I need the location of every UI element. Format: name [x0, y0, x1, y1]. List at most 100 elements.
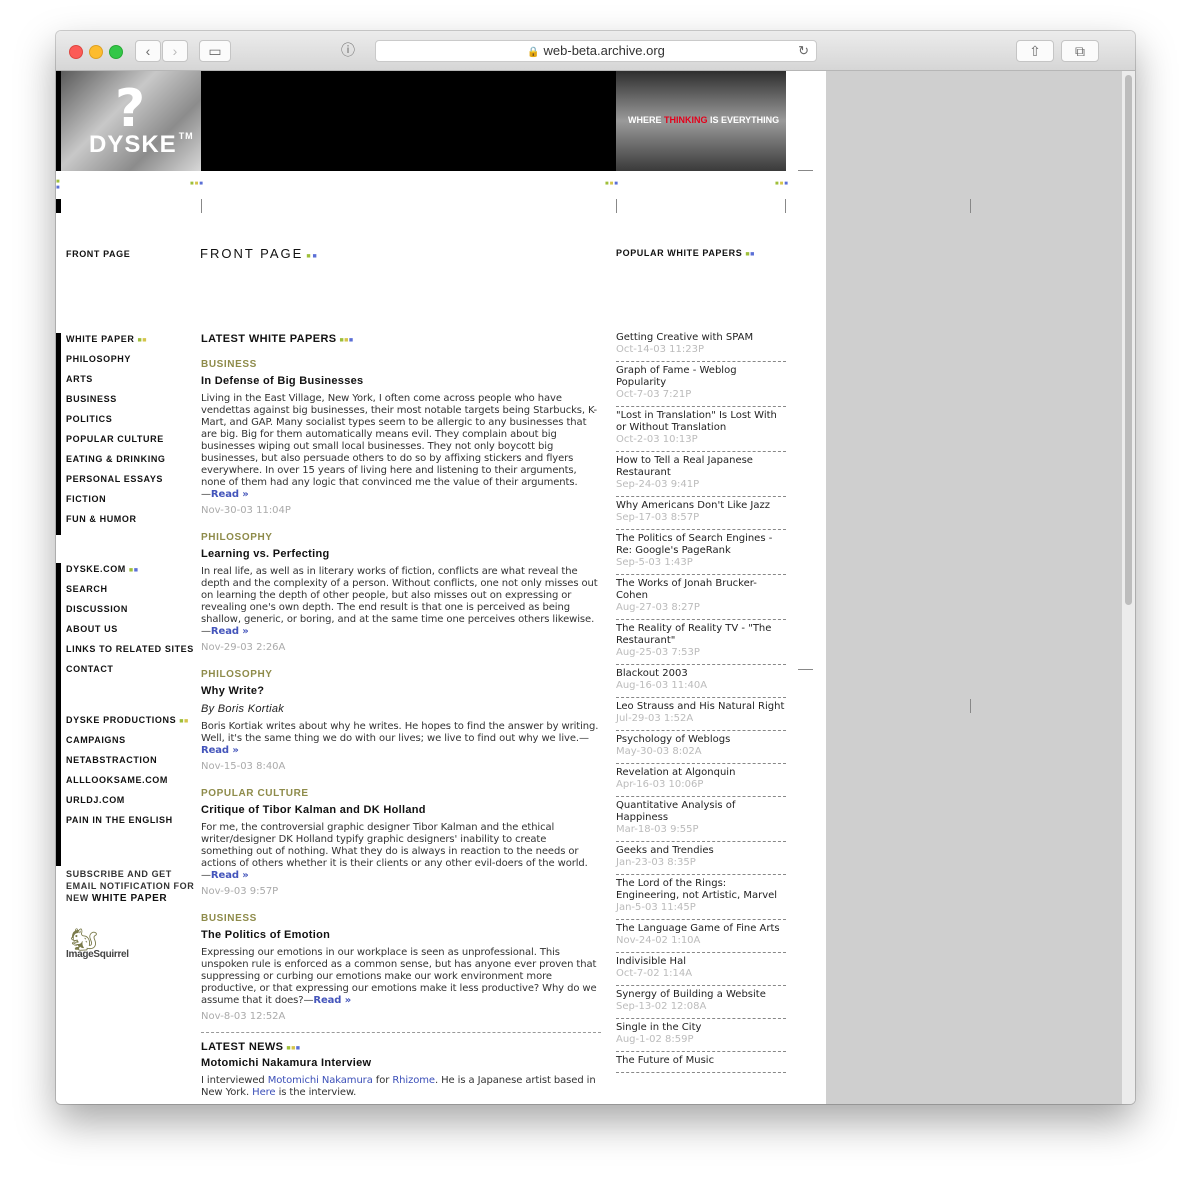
- forward-button[interactable]: ›: [162, 40, 188, 62]
- popular-item-title[interactable]: Leo Strauss and His Natural Right: [616, 701, 786, 713]
- popular-item-title[interactable]: Blackout 2003: [616, 668, 786, 680]
- subscribe-text: SUBSCRIBE AND GET: [66, 869, 172, 879]
- interview-link[interactable]: Here: [252, 1087, 275, 1098]
- popular-item-title[interactable]: The Language Game of Fine Arts: [616, 923, 786, 935]
- nav-heading-dyske[interactable]: DYSKE.COM ■■: [66, 563, 194, 583]
- nav-item-fun-humor[interactable]: FUN & HUMOR: [66, 513, 166, 533]
- tabs-button[interactable]: ⧉: [1061, 40, 1099, 62]
- popular-item-title[interactable]: Revelation at Algonquin: [616, 767, 786, 779]
- read-more-link[interactable]: Read »: [211, 489, 249, 500]
- decor-squares-icon: ■■: [137, 337, 148, 344]
- article-category[interactable]: BUSINESS: [201, 913, 601, 924]
- popular-item-title[interactable]: Graph of Fame - Weblog Popularity: [616, 365, 786, 389]
- read-more-link[interactable]: Read »: [201, 745, 239, 756]
- close-window-button[interactable]: [69, 45, 83, 59]
- dyske-logo[interactable]: ? DYSKE TM: [61, 71, 201, 171]
- article-excerpt: Boris Kortiak writes about why he writes…: [201, 721, 599, 756]
- scroll-thumb[interactable]: [1125, 75, 1132, 605]
- popular-item-title[interactable]: Getting Creative with SPAM: [616, 332, 786, 344]
- divider: [785, 199, 786, 213]
- nav-group-productions: DYSKE PRODUCTIONS ■■ CAMPAIGNS NETABSTRAC…: [66, 714, 189, 834]
- article-category[interactable]: BUSINESS: [201, 359, 601, 370]
- popular-item-title[interactable]: Geeks and Trendies: [616, 845, 786, 857]
- article-title[interactable]: Critique of Tibor Kalman and DK Holland: [201, 804, 601, 816]
- nav-group-accent: [56, 563, 61, 715]
- zoom-window-button[interactable]: [109, 45, 123, 59]
- subscribe-link[interactable]: SUBSCRIBE AND GET EMAIL NOTIFICATION FOR…: [66, 868, 194, 905]
- read-more-link[interactable]: Read »: [211, 626, 249, 637]
- nav-group-white-paper: WHITE PAPER ■■ PHILOSOPHY ARTS BUSINESS P…: [66, 333, 166, 533]
- popular-item-date: Sep-24-03 9:41P: [616, 479, 700, 490]
- nav-item-contact[interactable]: CONTACT: [66, 663, 194, 683]
- nav-item-eating-drinking[interactable]: EATING & DRINKING: [66, 453, 166, 473]
- nav-item-fiction[interactable]: FICTION: [66, 493, 166, 513]
- nav-front-page[interactable]: FRONT PAGE: [66, 249, 130, 259]
- nav-item-arts[interactable]: ARTS: [66, 373, 166, 393]
- popular-item-title[interactable]: The Future of Music: [616, 1055, 786, 1067]
- popular-item-title[interactable]: How to Tell a Real Japanese Restaurant: [616, 455, 786, 479]
- address-bar[interactable]: 🔒 web-beta.archive.org ↻: [375, 40, 817, 62]
- article-title[interactable]: In Defense of Big Businesses: [201, 375, 601, 387]
- news-title[interactable]: Motomichi Nakamura Interview: [201, 1057, 601, 1069]
- article-category[interactable]: PHILOSOPHY: [201, 532, 601, 543]
- nav-item-netabstraction[interactable]: NETABSTRACTION: [66, 754, 189, 774]
- popular-item-date: Mar-18-03 9:55P: [616, 824, 699, 835]
- nav-item-campaigns[interactable]: CAMPAIGNS: [66, 734, 189, 754]
- nav-item-alllooksame[interactable]: ALLLOOKSAME.COM: [66, 774, 189, 794]
- rhizome-link[interactable]: Rhizome: [392, 1075, 435, 1086]
- popular-item-title[interactable]: Synergy of Building a Website: [616, 989, 786, 1001]
- read-more-link[interactable]: Read »: [211, 870, 249, 881]
- popular-item: Indivisible Hal Oct-7-02 1:14A: [616, 953, 786, 986]
- nav-item-about-us[interactable]: ABOUT US: [66, 623, 194, 643]
- popular-item-title[interactable]: Single in the City: [616, 1022, 786, 1034]
- nav-item-business[interactable]: BUSINESS: [66, 393, 166, 413]
- popular-item-title[interactable]: "Lost in Translation" Is Lost With or Wi…: [616, 410, 786, 434]
- reload-icon[interactable]: ↻: [798, 41, 809, 61]
- popular-item-date: Oct-7-02 1:14A: [616, 968, 693, 979]
- popular-item-date: May-30-03 8:02A: [616, 746, 702, 757]
- article-title[interactable]: Why Write?: [201, 685, 601, 697]
- nav-item-links[interactable]: LINKS TO RELATED SITES: [66, 643, 194, 663]
- popular-item-title[interactable]: Quantitative Analysis of Happiness: [616, 800, 786, 824]
- nav-item-personal-essays[interactable]: PERSONAL ESSAYS: [66, 473, 166, 493]
- subscribe-text: EMAIL NOTIFICATION FOR: [66, 881, 195, 891]
- nav-item-popular-culture[interactable]: POPULAR CULTURE: [66, 433, 166, 453]
- scrollbar[interactable]: [1122, 71, 1135, 1104]
- nav-item-discussion[interactable]: DISCUSSION: [66, 603, 194, 623]
- popular-item-title[interactable]: The Reality of Reality TV - "The Restaur…: [616, 623, 786, 647]
- nav-heading-white-paper[interactable]: WHITE PAPER ■■: [66, 333, 166, 353]
- popular-item-title[interactable]: The Politics of Search Engines - Re: Goo…: [616, 533, 786, 557]
- popular-item-title[interactable]: The Works of Jonah Brucker-Cohen: [616, 578, 786, 602]
- decor-squares-icon: ■■: [128, 567, 139, 574]
- minimize-window-button[interactable]: [89, 45, 103, 59]
- popular-item-title[interactable]: Why Americans Don't Like Jazz: [616, 500, 786, 512]
- nav-item-search[interactable]: SEARCH: [66, 583, 194, 603]
- imagesquirrel-logo[interactable]: 🐿 ImageSquirrel: [66, 927, 136, 963]
- article-date: Nov-30-03 11:04P: [201, 505, 291, 516]
- article-title[interactable]: The Politics of Emotion: [201, 929, 601, 941]
- nav-heading-productions[interactable]: DYSKE PRODUCTIONS ■■: [66, 714, 189, 734]
- popular-item: Leo Strauss and His Natural Right Jul-29-…: [616, 698, 786, 731]
- share-button[interactable]: ⇧: [1016, 40, 1054, 62]
- article-category[interactable]: PHILOSOPHY: [201, 669, 601, 680]
- nav-item-politics[interactable]: POLITICS: [66, 413, 166, 433]
- read-more-link[interactable]: Read »: [313, 995, 351, 1006]
- divider: [201, 199, 202, 213]
- popular-item-date: Nov-24-02 1:10A: [616, 935, 701, 946]
- browser-toolbar: ‹ › ▭ ⓘ 🔒 web-beta.archive.org ↻ ⇧ ⧉: [56, 31, 1135, 71]
- popular-item-title[interactable]: Indivisible Hal: [616, 956, 786, 968]
- popular-item-title[interactable]: Psychology of Weblogs: [616, 734, 786, 746]
- nav-item-urldj[interactable]: URLDJ.COM: [66, 794, 189, 814]
- popular-item-title[interactable]: The Lord of the Rings: Engineering, not …: [616, 878, 786, 902]
- popular-item: The Language Game of Fine Arts Nov-24-02 …: [616, 920, 786, 953]
- motomichi-link[interactable]: Motomichi Nakamura: [268, 1075, 373, 1086]
- sidebar-button[interactable]: ▭: [199, 40, 231, 62]
- back-button[interactable]: ‹: [135, 40, 161, 62]
- article-category[interactable]: POPULAR CULTURE: [201, 788, 601, 799]
- nav-item-philosophy[interactable]: PHILOSOPHY: [66, 353, 166, 373]
- popular-item: The Future of Music: [616, 1052, 786, 1073]
- article-byline: By Boris Kortiak: [201, 703, 285, 715]
- article-title[interactable]: Learning vs. Perfecting: [201, 548, 601, 560]
- nav-item-pain-in-the-english[interactable]: PAIN IN THE ENGLISH: [66, 814, 189, 834]
- reader-button[interactable]: ⓘ: [332, 40, 364, 62]
